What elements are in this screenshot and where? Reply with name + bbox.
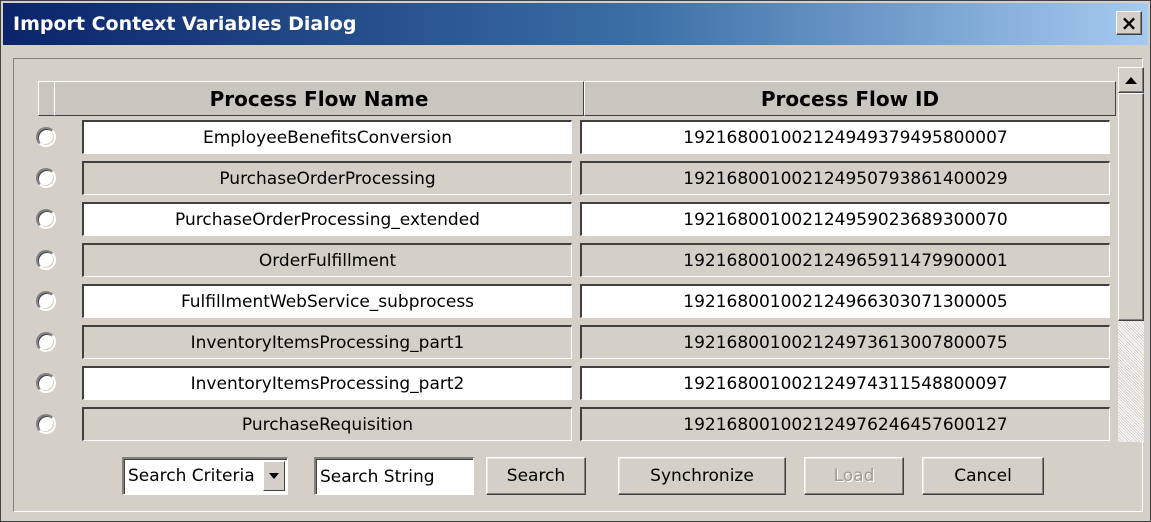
process-flow-name-cell: FulfillmentWebService_subprocess [82,284,572,318]
synchronize-button[interactable]: Synchronize [618,457,786,495]
scroll-up-button[interactable] [1118,67,1144,93]
table-row[interactable]: PurchaseRequisition 19216800100212497624… [26,404,1116,442]
search-criteria-value: Search Criteria [128,466,255,486]
process-flow-name-cell: OrderFulfillment [82,243,572,277]
arrow-up-icon [1125,76,1137,84]
process-flow-name-cell: PurchaseOrderProcessing_extended [82,202,572,236]
dialog-title: Import Context Variables Dialog [13,13,357,35]
row-radio-button[interactable] [36,250,56,270]
search-criteria-dropdown[interactable]: Search Criteria [122,457,288,495]
close-button[interactable]: × [1116,11,1142,35]
table-row[interactable]: EmployeeBenefitsConversion 1921680010021… [26,117,1116,158]
process-flow-name-cell: EmployeeBenefitsConversion [82,120,572,154]
table-row[interactable]: PurchaseOrderProcessing_extended 1921680… [26,199,1116,240]
process-flow-id-cell: 192168001002124949379495800007 [580,120,1110,154]
vertical-scrollbar[interactable] [1118,67,1144,442]
process-flow-id-cell: 192168001002124966303071300005 [580,284,1110,318]
process-flow-id-cell: 192168001002124973613007800075 [580,325,1110,359]
process-flow-id-cell: 192168001002124950793861400029 [580,161,1110,195]
process-flow-id-cell: 192168001002124976246457600127 [580,407,1110,441]
process-flow-name-cell: InventoryItemsProcessing_part1 [82,325,572,359]
row-radio-button[interactable] [36,168,56,188]
row-radio-button[interactable] [36,209,56,229]
column-header-process-flow-id[interactable]: Process Flow ID [584,81,1116,116]
search-button[interactable]: Search [486,457,586,495]
header-radio-spacer [38,81,54,116]
process-flow-table: Process Flow Name Process Flow ID Employ… [26,67,1116,442]
column-header-process-flow-name[interactable]: Process Flow Name [54,81,584,116]
search-string-input[interactable] [314,457,474,495]
search-toolbar: Search Criteria Search Synchronize Load … [14,445,1142,505]
row-radio-button[interactable] [36,373,56,393]
process-flow-id-cell: 192168001002124965911479900001 [580,243,1110,277]
process-flow-id-cell: 192168001002124974311548800097 [580,366,1110,400]
row-radio-button[interactable] [36,291,56,311]
import-context-variables-dialog: Import Context Variables Dialog × Proces… [0,0,1151,522]
row-radio-button[interactable] [36,414,56,434]
dialog-content: Process Flow Name Process Flow ID Employ… [13,58,1144,512]
table-row[interactable]: OrderFulfillment 19216800100212496591147… [26,240,1116,281]
table-row[interactable]: InventoryItemsProcessing_part2 192168001… [26,363,1116,404]
process-flow-id-cell: 192168001002124959023689300070 [580,202,1110,236]
scroll-thumb[interactable] [1118,93,1144,321]
table-row[interactable]: InventoryItemsProcessing_part1 192168001… [26,322,1116,363]
load-button[interactable]: Load [804,457,904,495]
table-row[interactable]: PurchaseOrderProcessing 1921680010021249… [26,158,1116,199]
process-flow-name-cell: InventoryItemsProcessing_part2 [82,366,572,400]
process-flow-name-cell: PurchaseOrderProcessing [82,161,572,195]
row-radio-button[interactable] [36,127,56,147]
table-row[interactable]: FulfillmentWebService_subprocess 1921680… [26,281,1116,322]
close-icon: × [1120,11,1138,35]
chevron-down-icon [269,473,279,479]
title-bar[interactable]: Import Context Variables Dialog × [3,3,1148,45]
process-flow-name-cell: PurchaseRequisition [82,407,572,441]
row-radio-button[interactable] [36,332,56,352]
dropdown-button[interactable] [263,461,285,491]
cancel-button[interactable]: Cancel [922,457,1044,495]
